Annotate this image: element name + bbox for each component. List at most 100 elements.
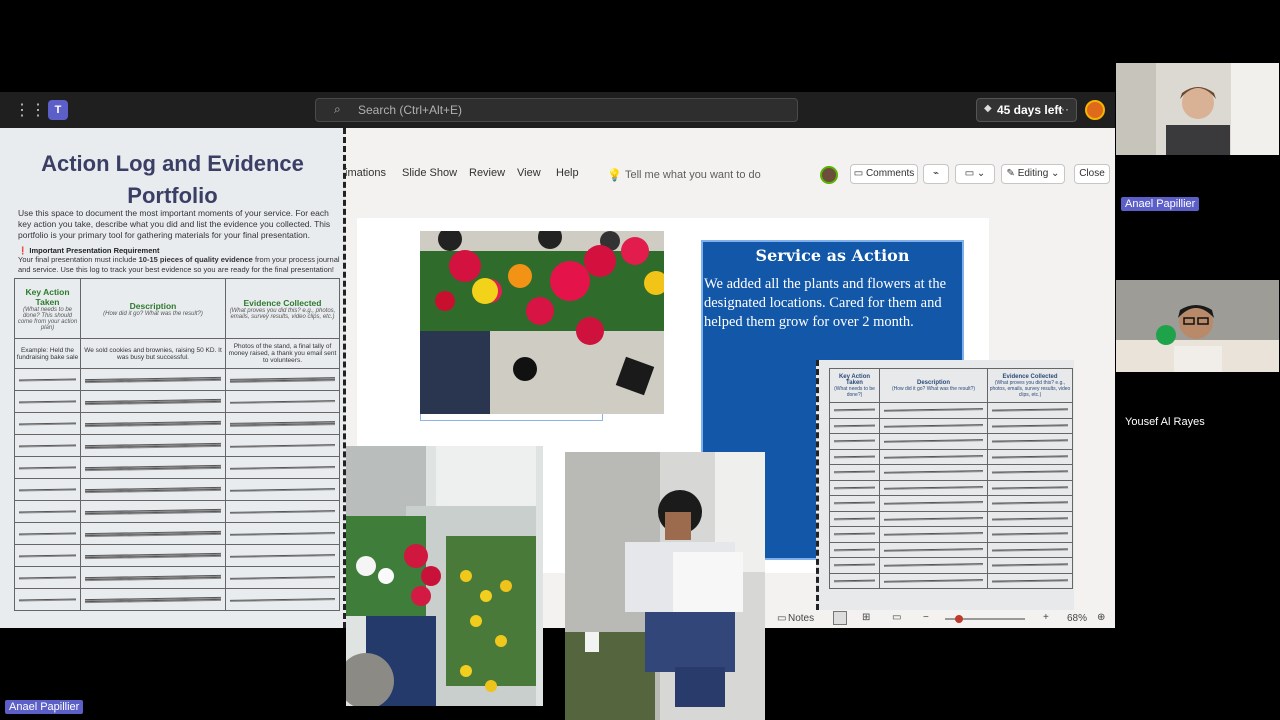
table-cell [225, 588, 340, 611]
tab-animations[interactable]: imations [345, 167, 386, 179]
table-cell [225, 412, 340, 435]
participant-video-yousef-graphic [1116, 280, 1279, 372]
coauthor-avatar[interactable] [820, 166, 838, 184]
table-cell [80, 544, 226, 567]
table-row [829, 572, 1073, 589]
table-cell [987, 557, 1073, 574]
requirement-title: ❗ Important Presentation Requirement [18, 246, 160, 255]
table-cell [14, 588, 81, 611]
table-cell [225, 368, 340, 391]
table-cell [14, 456, 81, 479]
table-cell [80, 434, 226, 457]
tab-view[interactable]: View [517, 167, 541, 179]
tell-me-search[interactable]: Tell me what you want to do [625, 169, 761, 181]
table-cell [879, 572, 988, 589]
header-sub: (What proves you did this? e.g., photos,… [989, 379, 1071, 398]
handwritten-log-document: Key Action Taken (What needs to be done?)… [816, 360, 1074, 610]
table-cell [879, 526, 988, 543]
zoom-level[interactable]: 68% [1067, 613, 1087, 624]
fit-slide-icon[interactable]: ⊕ [1097, 612, 1105, 623]
header-sub: (What needs to be done?) [834, 385, 875, 398]
table-cell [879, 433, 988, 450]
table-row [14, 434, 340, 457]
table-cell [14, 412, 81, 435]
comments-label: Comments [865, 168, 915, 179]
action-log-document: Action Log and Evidence Portfolio Use th… [0, 128, 346, 628]
normal-view-icon[interactable] [833, 611, 847, 625]
table-row [829, 448, 1073, 465]
participant-video-anael-graphic [1116, 63, 1279, 155]
table-cell [80, 478, 226, 501]
table-cell [225, 456, 340, 479]
table-row [829, 510, 1073, 527]
zoom-out-icon[interactable]: − [923, 612, 929, 623]
table-cell [14, 544, 81, 567]
catch-up-button[interactable]: ⌁ [923, 164, 949, 184]
search-input[interactable]: Search (Ctrl+Alt+E) [315, 98, 798, 122]
reading-view-icon[interactable]: ▭ [892, 612, 901, 623]
balcony-plants-photo [346, 446, 543, 706]
table-row [14, 522, 340, 545]
header-sub: (What proves you did this? e.g., photos,… [229, 307, 336, 320]
table-cell [14, 434, 81, 457]
table-row: Example: Held the fundraising bake sale … [14, 338, 340, 369]
table-row [14, 544, 340, 567]
tab-review[interactable]: Review [469, 167, 505, 179]
tab-help[interactable]: Help [556, 167, 579, 179]
slide-sorter-icon[interactable]: ⊞ [862, 612, 870, 623]
notes-icon: ▭ [777, 613, 787, 624]
table-cell [879, 510, 988, 527]
table-cell [879, 448, 988, 465]
more-options-icon[interactable]: ··· [1057, 102, 1071, 116]
zoom-slider-thumb[interactable] [955, 615, 963, 623]
comments-button[interactable]: ▭ Comments [850, 164, 918, 184]
document-title: Action Log and Evidence Portfolio [41, 151, 304, 208]
table-header: Description (How did it go? What was the … [879, 368, 988, 403]
tab-slide-show[interactable]: Slide Show [402, 167, 457, 179]
table-cell [829, 402, 880, 419]
service-description: We added all the plants and flowers at t… [704, 276, 947, 330]
table-row [829, 417, 1073, 434]
table-row [14, 412, 340, 435]
notes-button[interactable]: Notes [788, 613, 814, 624]
participant-name-anael: Anael Papillier [1121, 197, 1200, 211]
table-cell [14, 500, 81, 523]
student-planting-graphic [565, 452, 765, 720]
app-launcher-icon[interactable]: ⋮⋮ [14, 102, 46, 120]
close-button[interactable]: Close [1074, 164, 1110, 184]
presenter-name-tag: Anael Papillier [5, 700, 84, 714]
status-bar: ▭ Notes ⊞ ▭ − + 68% ⊕ [755, 610, 1115, 628]
table-cell [987, 526, 1073, 543]
ribbon-tabs: imations Slide Show Review View Help 💡 T… [345, 158, 1115, 190]
editing-mode-button[interactable]: ✎ Editing ⌄ [1001, 164, 1065, 184]
table-cell: We sold cookies and brownies, raising 50… [80, 338, 226, 369]
diamond-icon: ◆ [984, 103, 992, 114]
table-cell [987, 479, 1073, 496]
participant-video-yousef[interactable] [1116, 280, 1279, 372]
teams-logo-icon[interactable]: T [48, 100, 68, 120]
table-cell [829, 526, 880, 543]
table-cell [14, 390, 81, 413]
table-cell [829, 541, 880, 558]
document-intro: Use this space to document the most impo… [18, 208, 331, 240]
participant-video-anael[interactable] [1116, 63, 1279, 155]
table-cell [987, 541, 1073, 558]
table-cell [80, 522, 226, 545]
requirement-body: Your final presentation must include 10-… [18, 255, 340, 274]
table-row [829, 433, 1073, 450]
user-avatar[interactable] [1085, 100, 1105, 120]
header-title: Key Action Taken [25, 286, 70, 307]
table-cell [14, 566, 81, 589]
table-cell [987, 572, 1073, 589]
table-cell [225, 434, 340, 457]
table-cell: Photos of the stand, a final tally of mo… [225, 338, 340, 369]
table-row [14, 478, 340, 501]
table-cell [225, 566, 340, 589]
present-button[interactable]: ▭ ⌄ [955, 164, 995, 184]
zoom-in-icon[interactable]: + [1043, 612, 1049, 623]
table-cell [829, 433, 880, 450]
requirement-text: Your final presentation must include [18, 255, 139, 264]
table-row [14, 500, 340, 523]
table-cell [987, 510, 1073, 527]
table-row [829, 464, 1073, 481]
